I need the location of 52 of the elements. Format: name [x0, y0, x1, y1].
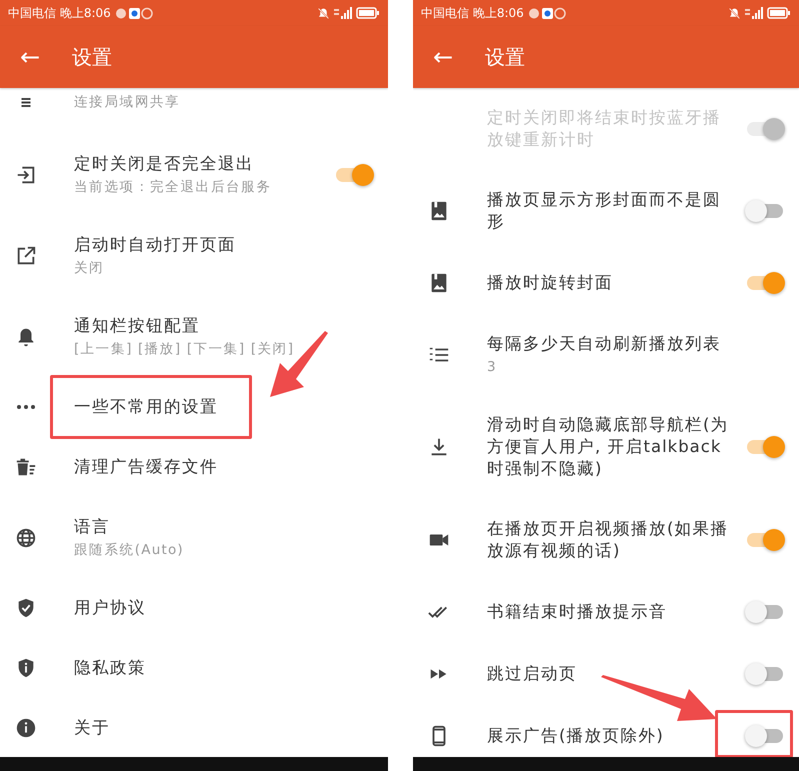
app-notification-icon [114, 6, 153, 20]
toggle-switch[interactable] [745, 600, 785, 624]
more-icon [17, 405, 35, 409]
signal-icon [745, 7, 763, 19]
carrier-time: 中国电信 晚上8:06 [421, 4, 524, 22]
annotation-arrow [270, 331, 328, 397]
battery-icon [356, 7, 380, 19]
toggle-switch[interactable] [745, 662, 785, 686]
signal-icon [334, 7, 352, 19]
page-title: 设置 [72, 44, 112, 70]
page-title: 设置 [485, 44, 525, 70]
app-notification-icon [528, 6, 566, 20]
setting-title: 跳过启动页 [487, 663, 578, 685]
toggle-switch[interactable] [334, 162, 374, 186]
setting-title: 展示广告(播放页除外) [487, 725, 665, 747]
setting-title: 通知栏按钮配置 [74, 315, 201, 337]
setting-title: 滑动时自动隐藏底部导航栏(为方便盲人用户, 开启talkback 时强制不隐藏) [487, 414, 730, 480]
setting-title: 在播放页开启视频播放(如果播放源有视频的话) [487, 518, 730, 562]
setting-title: 播放时旋转封面 [487, 272, 614, 294]
setting-title: 一些不常用的设置 [74, 396, 219, 418]
setting-title: 用户协议 [74, 597, 147, 619]
info-icon [15, 717, 37, 739]
setting-value: 当前选项：完全退出后台服务 [74, 178, 273, 196]
setting-title: 定时关闭是否完全退出 [74, 153, 255, 175]
toggle-switch[interactable] [745, 435, 785, 459]
toggle-switch[interactable] [745, 724, 785, 748]
setting-title: 书籍结束时播放提示音 [487, 601, 668, 623]
setting-title: 定时关闭即将结束时按蓝牙播放键重新计时 [487, 107, 722, 151]
setting-value: 3 [487, 358, 498, 376]
trash-icon [15, 456, 37, 478]
toggle-switch[interactable] [745, 528, 785, 552]
setting-title: 启动时自动打开页面 [74, 234, 237, 256]
muted-bell-icon [317, 6, 330, 20]
globe-icon [15, 526, 37, 548]
external-link-icon [15, 244, 37, 266]
setting-title: 隐私政策 [74, 657, 147, 679]
setting-title: 清理广告缓存文件 [74, 456, 219, 478]
setting-value: [上一集] [播放] [下一集] [关闭] [74, 340, 296, 358]
toggle-switch[interactable] [745, 199, 785, 223]
back-button[interactable]: ← [10, 43, 50, 71]
carrier-time: 中国电信 晚上8:06 [8, 4, 111, 22]
setting-title: 每隔多少天自动刷新播放列表 [487, 333, 722, 355]
back-button[interactable]: ← [423, 43, 463, 71]
battery-icon [767, 7, 791, 19]
setting-value: 连接局域网共享 [74, 93, 182, 111]
setting-title: 语言 [74, 516, 111, 538]
setting-title: 播放页显示方形封面而不是圆形 [487, 189, 722, 233]
setting-value: 跟随系统(Auto) [74, 541, 185, 559]
setting-title: 关于 [74, 717, 111, 739]
toggle-switch[interactable] [745, 271, 785, 295]
muted-bell-icon [728, 6, 741, 20]
setting-value: 关闭 [74, 259, 106, 277]
